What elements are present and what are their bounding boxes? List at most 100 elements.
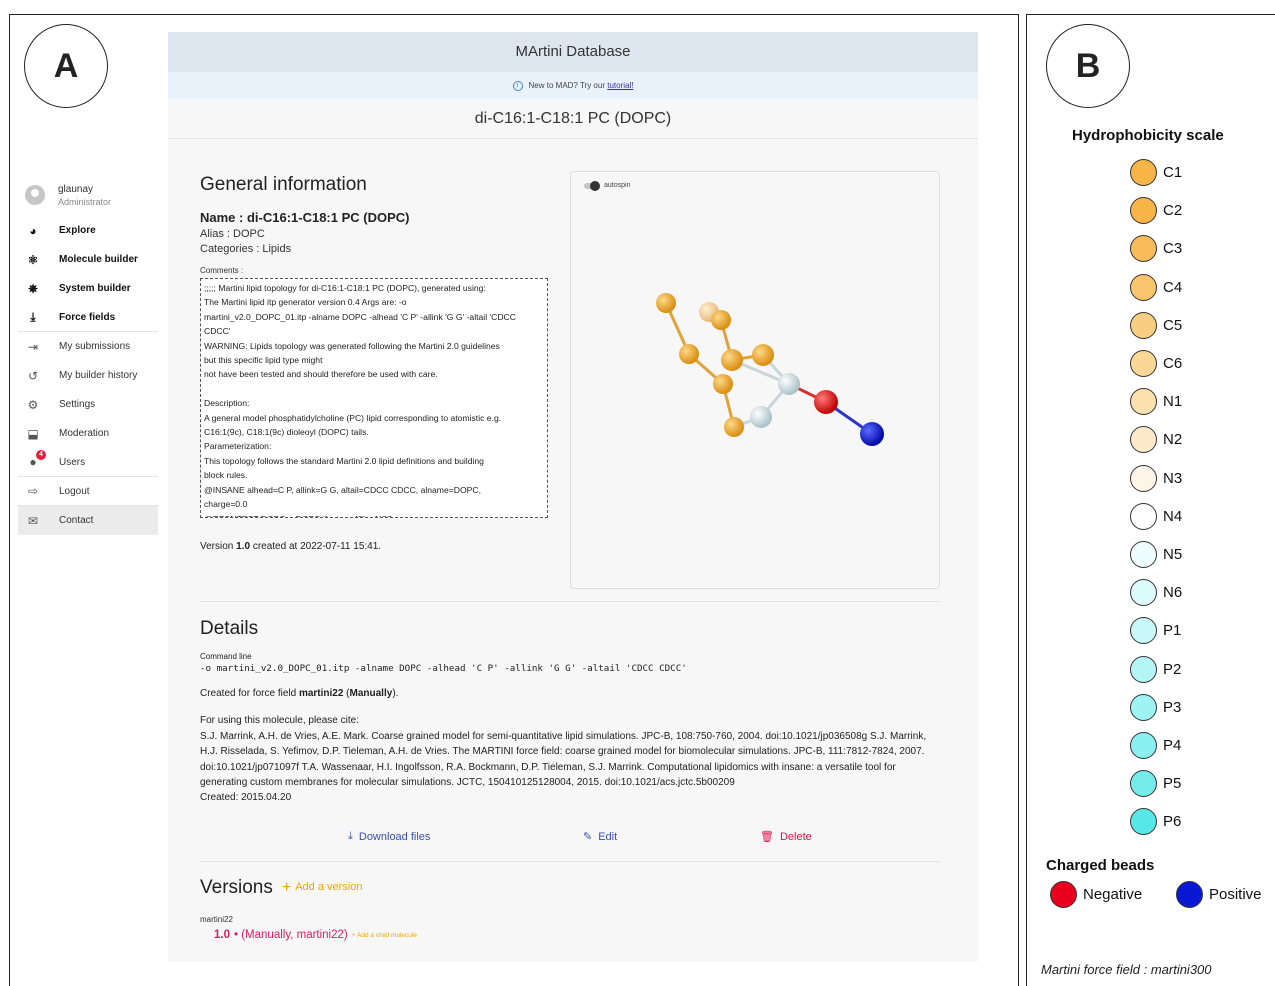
bead-label: N6: [1163, 584, 1183, 602]
sidebar-item-force-fields[interactable]: ⤓ Force fields: [18, 303, 158, 332]
bead-label: C6: [1163, 355, 1183, 372]
bead-label: C4: [1163, 278, 1183, 296]
versions-header: Versions + Add a version: [200, 877, 362, 899]
panel-a-label: A: [24, 24, 108, 108]
bead-swatch: [1130, 808, 1157, 836]
info-icon: i: [512, 80, 523, 91]
inbox-icon: ⬓: [27, 426, 39, 441]
sidebar-item-label: Contact: [59, 515, 94, 526]
comment-line: [204, 382, 544, 396]
bead-swatch: [1130, 159, 1157, 186]
tutorial-link[interactable]: tutorial!: [607, 81, 633, 90]
user-name: glaunay: [58, 183, 94, 195]
sidebar: glaunay Administrator ◕ Explore ⚛ Molecule…: [18, 178, 158, 535]
bead-swatch: [1130, 502, 1157, 530]
sidebar-item-settings[interactable]: ⚙ Settings: [18, 390, 158, 419]
legend-bead-p3: P3: [1130, 693, 1181, 721]
legend-bead-c4: C4: [1130, 273, 1183, 301]
molecule-structure: [656, 293, 884, 446]
bead-swatch: [1130, 235, 1157, 263]
charged-beads-title: Charged beads: [1046, 857, 1155, 874]
cite-label: For using this molecule, please cite:: [200, 715, 359, 726]
sidebar-item-label: Moderation: [59, 428, 110, 439]
bead-swatch: [1130, 388, 1157, 416]
sidebar-item-label: Settings: [59, 399, 96, 410]
paren-close: ).: [392, 688, 399, 699]
panel-b-label: B: [1046, 24, 1130, 108]
comment-line: martini_v2.0_DOPC_01.itp -alname DOPC -a…: [204, 311, 516, 322]
bead-label: N1: [1163, 393, 1183, 411]
comment-line: @RESNTEST DOPC==DOPC if: atoms[0]==NC3: [204, 512, 544, 518]
sidebar-item-my-builder-history[interactable]: ↺ My builder history: [18, 361, 158, 390]
bead-label: P4: [1163, 737, 1182, 754]
comments-box[interactable]: ;;;;; Martini lipid topology for di-C16:…: [200, 278, 548, 518]
upload-file-icon: ⇥: [27, 339, 39, 354]
molecule-3d-viewer[interactable]: autospin: [570, 171, 940, 589]
main-content: MArtini Database i New to MAD? Try our tu…: [168, 32, 978, 962]
delete-label: Delete: [779, 830, 812, 843]
atom-icon: ⚛: [27, 252, 39, 267]
comment-line: CDCC': [204, 326, 231, 337]
bead-swatch: [1130, 732, 1157, 759]
bead-label: P1: [1163, 622, 1182, 640]
legend-bead-p6: P6: [1130, 808, 1182, 836]
download-icon: ⤓: [30, 310, 36, 324]
sidebar-item-logout[interactable]: ⇨ Logout: [18, 477, 158, 506]
sidebar-item-molecule-builder[interactable]: ⚛ Molecule builder: [18, 245, 158, 274]
plus-icon: +: [281, 879, 292, 896]
version-entry[interactable]: 1.0 • (Manually, martini22) + Add a child…: [214, 929, 417, 941]
gear-icon: ⚙: [27, 397, 39, 412]
bead: [778, 373, 800, 395]
comment-line: but this specific lipid type might: [204, 355, 323, 366]
notification-badge: 4: [36, 450, 46, 460]
legend-negative: Negative: [1050, 881, 1142, 908]
created-for-line: Created for force field martini22 (Manua…: [200, 688, 945, 699]
sidebar-item-label: My submissions: [59, 341, 131, 352]
sidebar-item-moderation[interactable]: ⬓ Moderation: [18, 419, 158, 448]
bead-swatch: [1130, 541, 1157, 568]
bead-label: N4: [1163, 507, 1183, 525]
comment-line: @INSANE alhead=C P, allink=G G, altail=C…: [204, 484, 481, 495]
comment-line: The Martini lipid itp generator version …: [204, 297, 407, 308]
positive-label: Positive: [1209, 886, 1262, 903]
bead-label: N5: [1163, 546, 1183, 563]
sidebar-item-users[interactable]: ● 4 Users: [18, 448, 158, 477]
force-field-label: martini22: [200, 915, 233, 924]
divider: [200, 861, 940, 862]
comment-line: Parameterization:: [204, 441, 272, 452]
sidebar-item-contact[interactable]: ✉ Contact: [18, 506, 158, 535]
bead-swatch: [1130, 693, 1157, 721]
legend-bead-c2: C2: [1130, 197, 1182, 225]
sidebar-item-label: Molecule builder: [59, 254, 138, 265]
add-version-button[interactable]: + Add a version: [282, 879, 363, 897]
user-profile[interactable]: glaunay Administrator: [18, 178, 158, 212]
bead-swatch: [1130, 617, 1157, 645]
created-date: Created: 2015.04.20: [200, 792, 292, 804]
add-version-label: Add a version: [295, 881, 363, 893]
comment-line: Description:: [204, 398, 250, 409]
bead-swatch: [1130, 273, 1157, 301]
info-banner: i New to MAD? Try our tutorial!: [168, 72, 978, 99]
legend-bead-p4: P4: [1130, 732, 1181, 759]
sidebar-item-label: Explore: [59, 225, 96, 236]
negative-label: Negative: [1083, 886, 1143, 903]
delete-button[interactable]: 🗑 Delete: [760, 830, 812, 844]
version-entry-number: 1.0: [214, 929, 230, 941]
bead-swatch: [1130, 655, 1157, 683]
sidebar-item-explore[interactable]: ◕ Explore: [18, 216, 158, 245]
details-heading: Details: [200, 618, 259, 639]
sidebar-item-my-submissions[interactable]: ⇥ My submissions: [18, 332, 158, 361]
avatar: [25, 185, 45, 205]
legend-bead-n1: N1: [1130, 388, 1183, 416]
bead-label: P6: [1163, 813, 1182, 831]
add-child-molecule-button[interactable]: + Add a child molecule: [352, 932, 417, 939]
bead: [724, 417, 744, 437]
comment-line: block rules.: [204, 470, 248, 481]
force-field-name: martini22: [298, 688, 344, 699]
download-icon: ⤓: [348, 830, 353, 842]
edit-button[interactable]: ✎ Edit: [583, 830, 617, 844]
citation-text: S.J. Marrink, A.H. de Vries, A.E. Mark. …: [200, 731, 927, 788]
sidebar-item-system-builder[interactable]: ✵ System builder: [18, 274, 158, 303]
download-files-button[interactable]: ⤓ Download files: [348, 830, 430, 843]
trash-icon: 🗑: [760, 831, 774, 843]
